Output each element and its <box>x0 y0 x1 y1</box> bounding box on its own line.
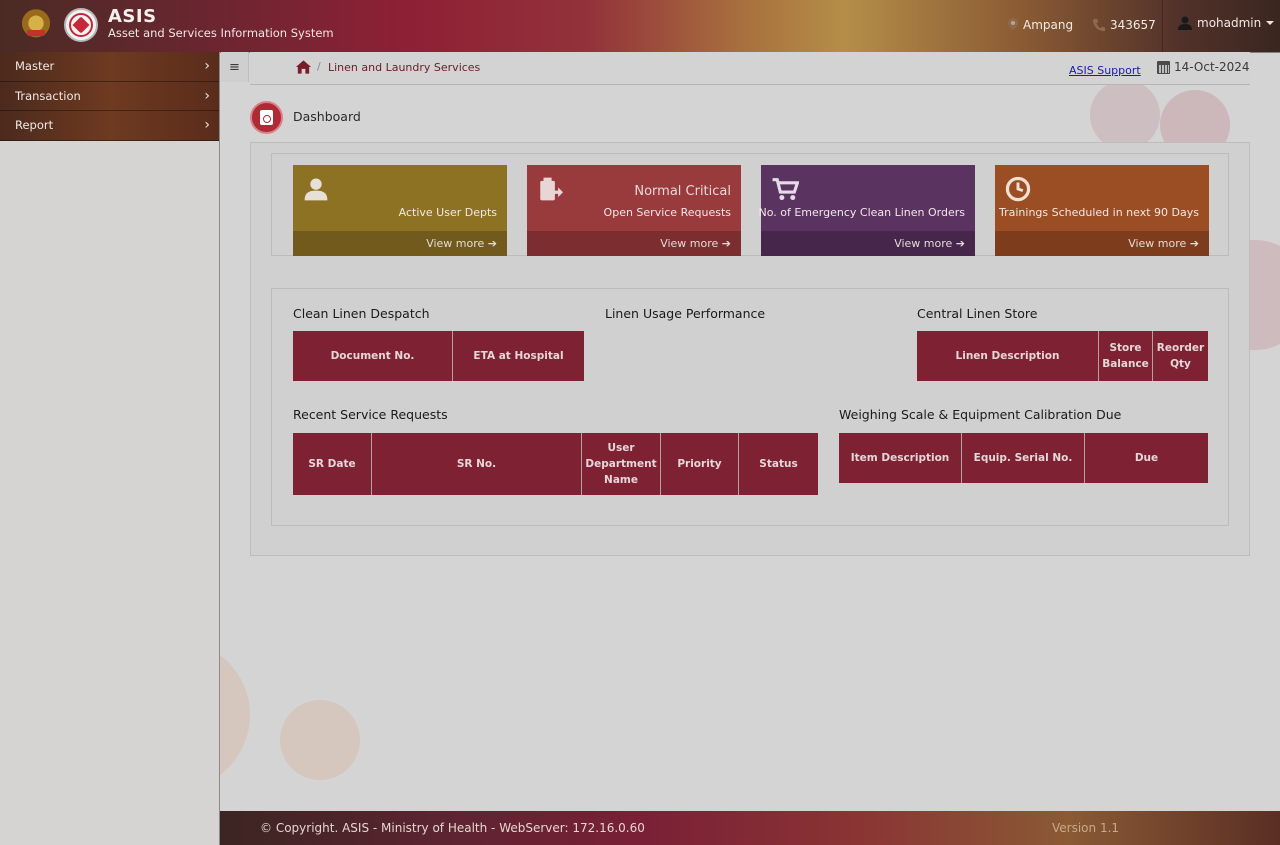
sidebar-item-report[interactable]: Report › <box>0 111 219 141</box>
column-header[interactable]: Priority <box>661 433 739 495</box>
username-label: mohadmin <box>1197 16 1262 30</box>
sidebar: Master › Transaction › Report › <box>0 52 220 845</box>
ministry-crest-logo <box>19 8 53 42</box>
location-label: Ampang <box>1023 18 1074 32</box>
section-title-usage: Linen Usage Performance <box>605 306 766 321</box>
phone-number: 343657 <box>1110 18 1156 32</box>
sidebar-item-label: Transaction <box>15 88 81 103</box>
arrow-right-icon: ➔ <box>487 237 497 250</box>
sidebar-item-transaction[interactable]: Transaction › <box>0 82 219 112</box>
app-subtitle: Asset and Services Information System <box>108 26 334 40</box>
tile-open-service-requests[interactable]: Normal Critical Open Service Requests Vi… <box>527 165 741 256</box>
copyright-text: © Copyright. ASIS - Ministry of Health -… <box>260 821 645 835</box>
column-header[interactable]: Equip. Serial No. <box>962 433 1085 483</box>
ministry-health-logo <box>64 8 98 42</box>
tile-label: Trainings Scheduled in next 90 Days <box>999 206 1199 219</box>
column-header[interactable]: Reorder Qty <box>1153 331 1208 381</box>
tile-trainings-scheduled[interactable]: Trainings Scheduled in next 90 Days View… <box>995 165 1209 256</box>
user-menu[interactable]: mohadmin <box>1177 15 1275 31</box>
calendar-icon <box>1157 60 1170 74</box>
column-header[interactable]: Item Description <box>839 433 962 483</box>
breadcrumb-separator: / <box>317 60 321 73</box>
breadcrumb: / Linen and Laundry Services ASIS Suppor… <box>250 52 1250 85</box>
column-header[interactable]: Status <box>739 433 818 495</box>
section-title-service-requests: Recent Service Requests <box>293 407 448 422</box>
location-pin-icon <box>1007 18 1019 32</box>
view-more-label: View more <box>426 237 485 250</box>
current-date: 14-Oct-2024 <box>1157 60 1250 74</box>
column-header[interactable]: Due <box>1085 433 1208 483</box>
summary-tiles: Active User Depts View more ➔ Normal Cri… <box>271 153 1229 256</box>
dashboard-panel: Active User Depts View more ➔ Normal Cri… <box>250 142 1250 556</box>
sidebar-item-label: Master <box>15 59 55 74</box>
arrow-right-icon: ➔ <box>955 237 965 250</box>
sidebar-toggle-button[interactable]: ≡ <box>221 52 249 82</box>
calibration-table-header: Item Description Equip. Serial No. Due <box>839 433 1208 483</box>
column-header[interactable]: SR Date <box>293 433 372 495</box>
chevron-right-icon: › <box>204 87 210 104</box>
top-header: ASIS Asset and Services Information Syst… <box>0 0 1280 52</box>
view-more-link[interactable]: View more ➔ <box>995 231 1209 256</box>
section-title-despatch: Clean Linen Despatch <box>293 306 430 321</box>
view-more-link[interactable]: View more ➔ <box>527 231 741 256</box>
hamburger-icon: ≡ <box>229 59 240 75</box>
tile-label: No. of Emergency Clean Linen Orders <box>758 206 966 219</box>
footer: © Copyright. ASIS - Ministry of Health -… <box>220 811 1280 845</box>
location-info: Ampang <box>1007 18 1073 32</box>
page-title: Dashboard <box>293 109 361 124</box>
column-header[interactable]: Document No. <box>293 331 453 381</box>
app-name: ASIS <box>108 6 157 27</box>
section-title-store: Central Linen Store <box>917 306 1038 321</box>
arrow-right-icon: ➔ <box>1189 237 1199 250</box>
arrow-right-icon: ➔ <box>721 237 731 250</box>
tile-value: Normal Critical <box>634 184 731 199</box>
section-title-calibration: Weighing Scale & Equipment Calibration D… <box>839 407 1122 422</box>
chevron-right-icon: › <box>204 58 210 75</box>
column-header[interactable]: User Department Name <box>582 433 661 495</box>
background-decoration <box>280 700 360 780</box>
column-header[interactable]: Linen Description <box>917 331 1099 381</box>
dashboard-module-icon <box>250 101 283 134</box>
phone-info: 343657 <box>1092 18 1156 32</box>
sidebar-item-master[interactable]: Master › <box>0 52 219 82</box>
service-requests-table-header: SR Date SR No. User Department Name Prio… <box>293 433 818 495</box>
sidebar-menu: Master › Transaction › Report › <box>0 52 219 141</box>
dashboard-tables: Clean Linen Despatch Document No. ETA at… <box>271 288 1229 526</box>
version-text: Version 1.1 <box>1052 821 1120 835</box>
clock-icon <box>1005 176 1031 202</box>
chevron-right-icon: › <box>204 117 210 134</box>
column-header[interactable]: ETA at Hospital <box>453 331 584 381</box>
view-more-label: View more <box>660 237 719 250</box>
date-label: 14-Oct-2024 <box>1174 60 1250 74</box>
clipboard-icon <box>540 177 563 201</box>
view-more-link[interactable]: View more ➔ <box>761 231 975 256</box>
caret-down-icon <box>1266 21 1275 25</box>
view-more-label: View more <box>1128 237 1187 250</box>
home-icon[interactable] <box>295 59 312 75</box>
column-header[interactable]: Store Balance <box>1099 331 1153 381</box>
tile-label: Open Service Requests <box>603 206 731 219</box>
user-icon <box>1178 16 1192 30</box>
phone-icon <box>1092 18 1106 32</box>
tile-label: Active User Depts <box>398 206 497 219</box>
tile-emergency-linen-orders[interactable]: No. of Emergency Clean Linen Orders View… <box>758 165 975 256</box>
despatch-table-header: Document No. ETA at Hospital <box>293 331 584 381</box>
user-icon <box>304 178 328 201</box>
column-header[interactable]: SR No. <box>372 433 582 495</box>
store-table-header: Linen Description Store Balance Reorder … <box>917 331 1208 381</box>
sidebar-item-label: Report <box>15 118 54 133</box>
view-more-label: View more <box>894 237 953 250</box>
breadcrumb-current[interactable]: Linen and Laundry Services <box>328 61 480 74</box>
tile-active-user-depts[interactable]: Active User Depts View more ➔ <box>293 165 507 256</box>
view-more-link[interactable]: View more ➔ <box>293 231 507 256</box>
asis-support-link[interactable]: ASIS Support <box>1069 64 1141 77</box>
cart-icon <box>772 178 799 201</box>
background-decoration <box>1090 80 1160 150</box>
header-divider <box>1162 0 1163 52</box>
